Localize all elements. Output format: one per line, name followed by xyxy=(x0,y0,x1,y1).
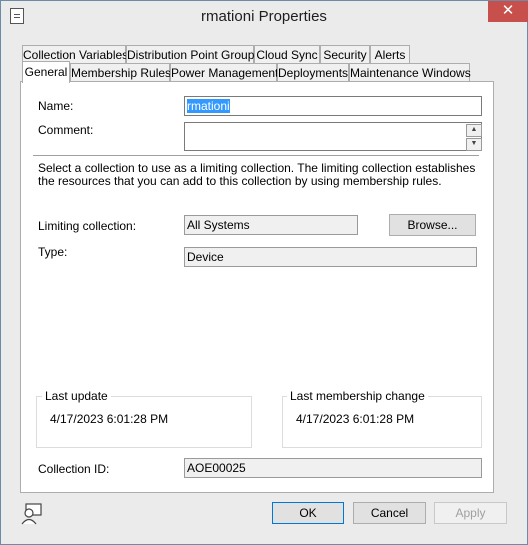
user-help-icon[interactable] xyxy=(20,503,44,525)
scroll-up-icon[interactable]: ▲ xyxy=(466,124,482,137)
apply-button[interactable]: Apply xyxy=(434,502,507,524)
collection-id-label: Collection ID: xyxy=(38,462,110,476)
tab-power-management[interactable]: Power Management xyxy=(170,63,278,82)
scroll-down-icon[interactable]: ▼ xyxy=(466,138,482,151)
comment-scrollbar[interactable]: ▲ ▼ xyxy=(465,123,482,151)
name-field[interactable]: rmationi xyxy=(184,96,482,116)
limiting-collection-field: All Systems xyxy=(184,215,358,235)
browse-button[interactable]: Browse... xyxy=(389,214,476,236)
limiting-collection-label: Limiting collection: xyxy=(38,219,137,233)
type-label: Type: xyxy=(38,245,68,259)
separator xyxy=(33,155,479,156)
tab-alerts[interactable]: Alerts xyxy=(370,45,410,64)
tab-maintenance-windows[interactable]: Maintenance Windows xyxy=(349,63,471,82)
name-value: rmationi xyxy=(187,99,230,113)
tab-deployments[interactable]: Deployments xyxy=(277,63,349,82)
type-field: Device xyxy=(184,247,477,267)
name-label: Name: xyxy=(38,99,74,113)
last-membership-change-title: Last membership change xyxy=(287,389,428,403)
tab-membership-rules[interactable]: Membership Rules xyxy=(70,63,171,82)
tab-cloud-sync[interactable]: Cloud Sync xyxy=(254,45,320,64)
tab-general[interactable]: General xyxy=(22,61,70,83)
limiting-description: Select a collection to use as a limiting… xyxy=(38,161,476,188)
last-update-value: 4/17/2023 6:01:28 PM xyxy=(50,412,169,426)
close-button[interactable]: ✕ xyxy=(488,1,528,22)
tab-distribution-point-groups[interactable]: Distribution Point Groups xyxy=(126,45,260,64)
collection-id-field: AOE00025 xyxy=(184,458,482,478)
comment-label: Comment: xyxy=(38,123,94,137)
last-membership-change-value: 4/17/2023 6:01:28 PM xyxy=(296,412,415,426)
ok-button[interactable]: OK xyxy=(272,502,344,524)
window-title: rmationi Properties xyxy=(201,8,327,25)
title-bar: rmationi Properties ✕ xyxy=(1,1,528,31)
tab-security[interactable]: Security xyxy=(320,45,370,64)
last-update-title: Last update xyxy=(42,389,111,403)
cancel-button[interactable]: Cancel xyxy=(353,502,426,524)
comment-field[interactable]: ▲ ▼ xyxy=(184,122,482,151)
